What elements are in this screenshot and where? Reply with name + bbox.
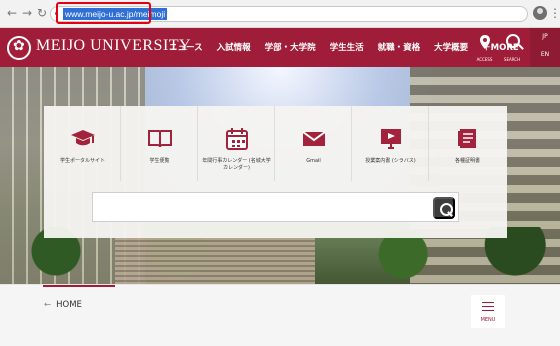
access-label: ACCESS: [476, 57, 493, 62]
quick-link-certificates[interactable]: 各種証明書: [429, 106, 506, 181]
presentation-icon: [381, 129, 401, 149]
site-search-input[interactable]: [101, 199, 421, 217]
forward-icon[interactable]: →: [19, 5, 35, 21]
menu-label: MENU: [480, 317, 496, 323]
access-button[interactable]: ACCESS: [469, 28, 500, 67]
nav-about[interactable]: 大学概要: [434, 41, 468, 55]
menu-button[interactable]: MENU: [471, 295, 505, 328]
quick-link-label: 年間行事カレンダー (名城大学カレンダー): [202, 158, 271, 171]
quick-link-gmail[interactable]: Gmail: [275, 106, 352, 181]
profile-icon[interactable]: [533, 6, 547, 20]
back-icon[interactable]: ←: [4, 5, 20, 21]
home-link[interactable]: HOME: [44, 300, 82, 310]
quick-link-label: 授業案内書 (シラバス): [365, 158, 416, 164]
site-search-bar[interactable]: [92, 192, 459, 222]
nav-careers[interactable]: 就職・資格: [378, 41, 421, 55]
quick-link-portal[interactable]: 学生ポータルサイト: [44, 106, 121, 181]
browser-menu-icon[interactable]: ⋮: [549, 4, 560, 22]
site-search-button[interactable]: [433, 197, 455, 219]
main-navigation: ニュース 入試情報 学部・大学院 学生生活 就職・資格 大学概要 ＋MORE: [169, 41, 519, 55]
url-highlight-box: [56, 2, 151, 24]
page-progress-bar: [43, 285, 115, 287]
certificate-icon: [458, 129, 476, 148]
quick-link-label: Gmail: [306, 158, 321, 164]
quick-link-label: 学生便覧: [149, 158, 170, 164]
quick-link-handbook[interactable]: 学生便覧: [121, 106, 198, 181]
search-button-header[interactable]: SEARCH: [500, 28, 524, 67]
nav-news[interactable]: ニュース: [169, 41, 203, 55]
quick-link-label: 各種証明書: [454, 158, 480, 164]
calendar-icon: [226, 128, 248, 150]
nav-admissions[interactable]: 入試情報: [217, 41, 251, 55]
search-icon: [506, 34, 520, 48]
hamburger-menu-icon: [482, 302, 494, 311]
quick-link-syllabus[interactable]: 授業案内書 (シラバス): [352, 106, 429, 181]
quick-link-label: 学生ポータルサイト: [59, 158, 105, 164]
search-label: SEARCH: [503, 57, 521, 62]
campus-steps: [115, 237, 315, 284]
reload-icon[interactable]: ↻: [34, 5, 50, 21]
nav-faculties[interactable]: 学部・大学院: [265, 41, 316, 55]
language-jp[interactable]: JP: [530, 33, 560, 40]
book-icon: [148, 130, 172, 148]
university-logo[interactable]: [7, 36, 31, 60]
language-switcher: JP EN: [530, 28, 560, 67]
graduation-cap-icon: [71, 130, 95, 146]
browser-toolbar: ← → ↻ ▸ www.meijo-u.ac.jp/meimoji ⋮: [0, 0, 560, 28]
nav-student-life[interactable]: 学生生活: [330, 41, 364, 55]
bottom-navigation: HOME MENU: [0, 284, 560, 346]
site-header: MEIJO UNIVERSITY ニュース 入試情報 学部・大学院 学生生活 就…: [0, 28, 560, 67]
language-en[interactable]: EN: [530, 51, 560, 58]
mail-icon: [302, 131, 326, 146]
quick-link-calendar[interactable]: 年間行事カレンダー (名城大学カレンダー): [198, 106, 275, 181]
site-name[interactable]: MEIJO UNIVERSITY: [36, 37, 191, 55]
map-pin-icon: [480, 35, 490, 49]
quick-links-panel: 学生ポータルサイト 学生便覧 年間行事カレンダー (名城大学カレンダー) Gma…: [44, 106, 507, 238]
